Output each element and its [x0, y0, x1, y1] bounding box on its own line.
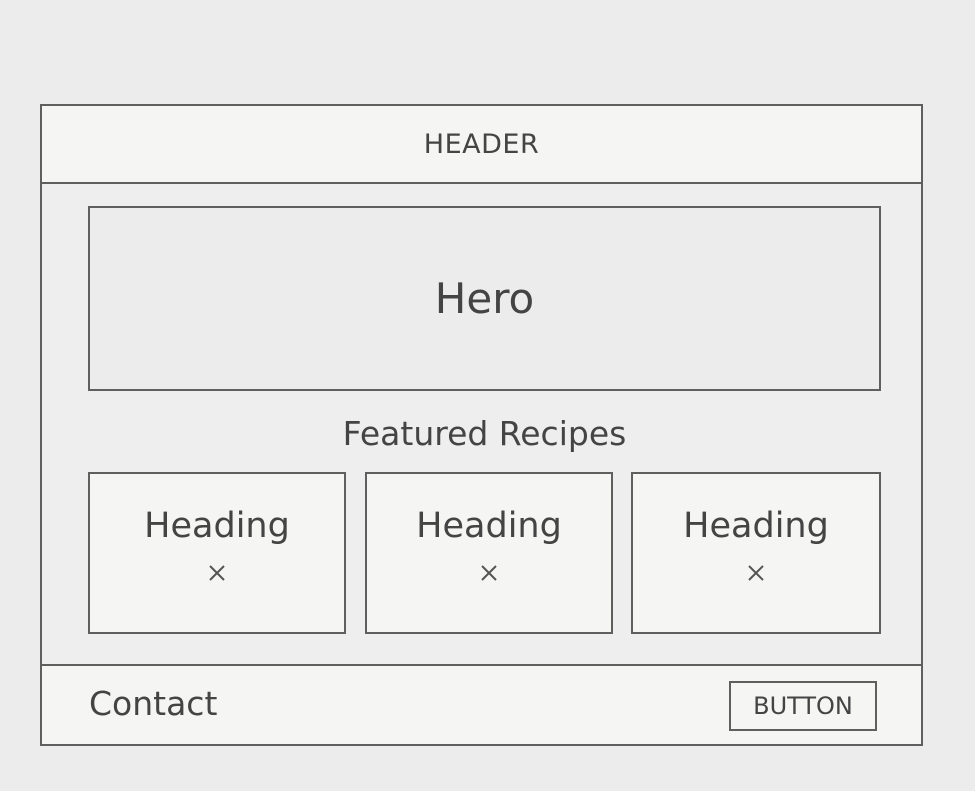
recipe-card-3[interactable]: Heading [631, 472, 881, 634]
close-icon[interactable] [476, 560, 502, 586]
contact-link[interactable]: Contact [89, 684, 217, 724]
site-header: HEADER [42, 106, 921, 184]
footer-button[interactable]: BUTTON [729, 681, 877, 731]
card-heading: Heading [416, 506, 562, 546]
site-footer: Contact BUTTON [42, 664, 921, 744]
close-icon[interactable] [204, 560, 230, 586]
recipe-card-2[interactable]: Heading [365, 472, 613, 634]
close-icon[interactable] [743, 560, 769, 586]
wireframe-frame: HEADER Hero Featured Recipes Heading Hea… [40, 104, 923, 746]
hero-section: Hero [88, 206, 881, 391]
featured-recipes-title: Featured Recipes [342, 414, 627, 453]
hero-label: Hero [434, 274, 535, 323]
header-title: HEADER [423, 128, 540, 160]
card-heading: Heading [144, 506, 290, 546]
recipe-card-1[interactable]: Heading [88, 472, 346, 634]
card-heading: Heading [683, 506, 829, 546]
